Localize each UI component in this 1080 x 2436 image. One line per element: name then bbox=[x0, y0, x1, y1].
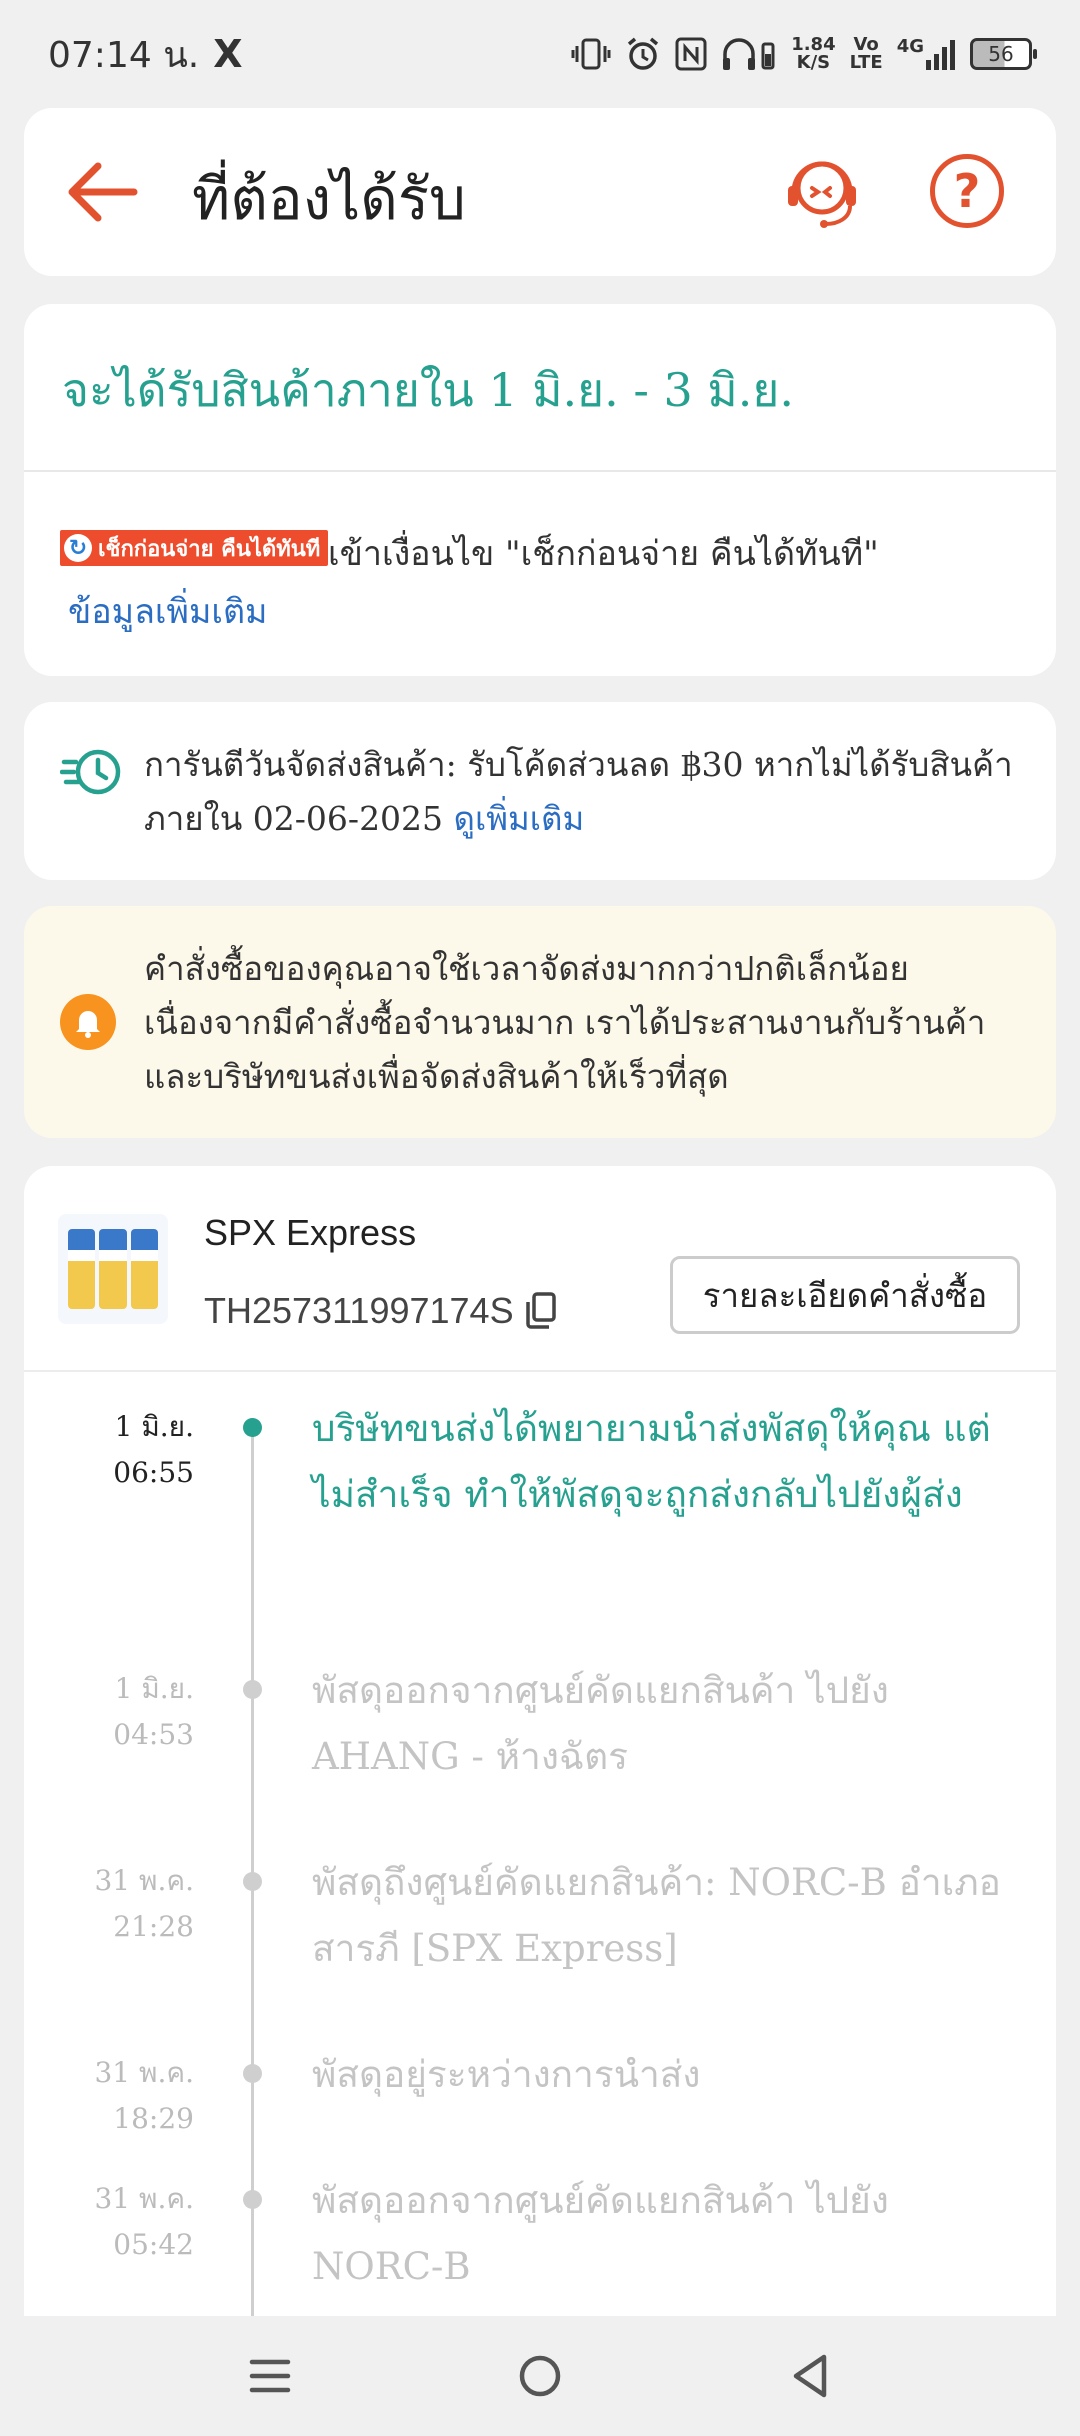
event-datetime: 31 พ.ค. 21:28 bbox=[54, 1858, 194, 1950]
signal-icon: 4G bbox=[897, 38, 956, 70]
divider bbox=[24, 1370, 1056, 1372]
x-icon: X bbox=[213, 32, 243, 76]
timeline-dot bbox=[243, 1418, 262, 1437]
event-date: 31 พ.ค. bbox=[94, 2056, 194, 2089]
status-icons: 1.84 K/S Vo LTE 4G 56 bbox=[571, 36, 1037, 72]
bell-icon bbox=[60, 994, 116, 1050]
product-can bbox=[68, 1229, 96, 1309]
event-description: พัสดุออกจากศูนย์คัดแยกสินค้า ไปยัง AHANG… bbox=[312, 1669, 889, 1778]
guarantee-text: การันตีวันจัดส่งสินค้า: รับโค้ดส่วนลด ฿3… bbox=[144, 738, 1024, 846]
vibrate-icon bbox=[571, 36, 611, 72]
back-icon bbox=[793, 2354, 827, 2398]
network-speed-unit: K/S bbox=[796, 52, 831, 73]
order-details-button[interactable]: รายละเอียดคำสั่งซื้อ bbox=[670, 1256, 1020, 1334]
condition-text: เข้าเงื่อนไข "เช็กก่อนจ่าย คืนได้ทันที" bbox=[328, 534, 879, 574]
see-more-link[interactable]: ดูเพิ่มเติม bbox=[454, 799, 585, 838]
recent-apps-button[interactable] bbox=[240, 2346, 300, 2406]
event-time: 18:29 bbox=[113, 2102, 194, 2135]
event-description: พัสดุถึงศูนย์คัดแยกสินค้า: NORC-B อำเภอส… bbox=[312, 1861, 1001, 1970]
event-datetime: 1 มิ.ย. 04:53 bbox=[54, 1666, 194, 1758]
customer-support-icon bbox=[788, 161, 856, 228]
event-description: พัสดุอยู่ระหว่างการนำส่ง bbox=[312, 2053, 701, 2096]
home-button[interactable] bbox=[510, 2346, 570, 2406]
product-thumbnail bbox=[58, 1214, 168, 1324]
arrow-left-icon bbox=[68, 162, 138, 222]
delivery-guarantee-card: การันตีวันจัดส่งสินค้า: รับโค้ดส่วนลด ฿3… bbox=[24, 702, 1056, 880]
battery-icon: 56 bbox=[970, 38, 1037, 70]
event-datetime: 31 พ.ค. 05:42 bbox=[54, 2176, 194, 2268]
event-description: พัสดุออกจากศูนย์คัดแยกสินค้า ไปยัง NORC-… bbox=[312, 2179, 889, 2288]
check-before-pay-badge: ↻ เช็กก่อนจ่าย คืนได้ทันที bbox=[60, 530, 329, 566]
event-time: 05:42 bbox=[113, 2228, 194, 2261]
question-icon: ? bbox=[953, 164, 981, 218]
help-button[interactable]: ? bbox=[930, 154, 1004, 228]
carrier-name: SPX Express bbox=[204, 1212, 417, 1253]
header: ที่ต้องได้รับ ? bbox=[24, 108, 1056, 276]
home-icon bbox=[519, 2355, 561, 2397]
nfc-icon bbox=[675, 37, 707, 71]
badge-label: เช็กก่อนจ่าย คืนได้ทันที bbox=[98, 536, 321, 562]
timeline-dot bbox=[243, 1680, 262, 1699]
copy-icon[interactable] bbox=[524, 1290, 560, 1330]
fast-clock-icon bbox=[60, 749, 121, 795]
timeline-dot bbox=[243, 2064, 262, 2083]
alarm-icon bbox=[625, 36, 661, 72]
event-time: 06:55 bbox=[113, 1456, 194, 1489]
tracking-card: SPX Express TH257311997174S รายละเอียดคำ… bbox=[24, 1166, 1056, 2436]
tracking-number: TH257311997174S bbox=[204, 1290, 514, 1331]
event-date: 31 พ.ค. bbox=[94, 2182, 194, 2215]
delay-notice-card: คำสั่งซื้อของคุณอาจใช้เวลาจัดส่งมากกว่าป… bbox=[24, 906, 1056, 1138]
headphones-icon bbox=[721, 36, 777, 72]
notice-text: คำสั่งซื้อของคุณอาจใช้เวลาจัดส่งมากกว่าป… bbox=[144, 949, 986, 1096]
timeline-dot bbox=[243, 1872, 262, 1891]
event-datetime: 1 มิ.ย. 06:55 bbox=[54, 1404, 194, 1496]
more-info-link[interactable]: ข้อมูลเพิ่มเติม bbox=[68, 584, 267, 638]
event-time: 21:28 bbox=[113, 1910, 194, 1943]
back-nav-button[interactable] bbox=[780, 2346, 840, 2406]
product-can bbox=[130, 1229, 158, 1309]
back-button[interactable] bbox=[64, 158, 144, 226]
system-nav-bar bbox=[0, 2316, 1080, 2436]
status-time: 07:14 น. bbox=[48, 34, 200, 76]
menu-icon bbox=[249, 2359, 291, 2393]
status-bar: 07:14 น. X 1.84 K/S Vo LTE 4G 56 bbox=[0, 0, 1080, 108]
event-description: บริษัทขนส่งได้พยายามนำส่งพัสดุให้คุณ แต่… bbox=[312, 1407, 991, 1516]
page-title: ที่ต้องได้รับ bbox=[192, 165, 466, 233]
delivery-card: จะได้รับสินค้าภายใน 1 มิ.ย. - 3 มิ.ย. ↻ … bbox=[24, 304, 1056, 676]
volte-indicator: Vo LTE bbox=[850, 36, 883, 72]
product-can bbox=[99, 1229, 127, 1309]
customer-support-button[interactable] bbox=[782, 152, 862, 232]
timeline-dot bbox=[243, 2190, 262, 2209]
timeline-line bbox=[251, 1424, 254, 2436]
refresh-icon: ↻ bbox=[64, 534, 92, 562]
network-type: 4G bbox=[896, 36, 924, 57]
event-date: 31 พ.ค. bbox=[94, 1864, 194, 1897]
divider bbox=[24, 470, 1056, 472]
event-datetime: 31 พ.ค. 18:29 bbox=[54, 2050, 194, 2142]
network-speed: 1.84 K/S bbox=[791, 36, 835, 72]
volte-sub-label: LTE bbox=[849, 52, 883, 73]
event-date: 1 มิ.ย. bbox=[114, 1672, 194, 1705]
event-date: 1 มิ.ย. bbox=[114, 1410, 194, 1443]
event-time: 04:53 bbox=[113, 1718, 194, 1751]
estimated-delivery: จะได้รับสินค้าภายใน 1 มิ.ย. - 3 มิ.ย. bbox=[62, 363, 794, 417]
